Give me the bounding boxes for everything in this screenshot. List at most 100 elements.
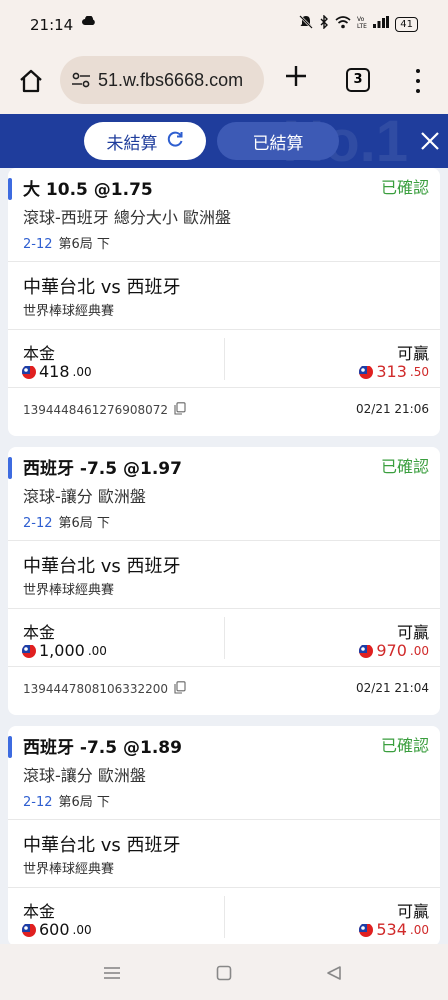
bet-inning: 2-12 第6局 下 [23, 233, 110, 252]
bet-inning-label: 第6局 下 [58, 237, 110, 252]
more-menu-icon[interactable] [408, 66, 428, 96]
twd-flag-icon [22, 644, 36, 658]
home-button[interactable] [14, 64, 48, 98]
accent-bar [8, 457, 12, 479]
accent-bar [8, 178, 12, 200]
bet-inning-label: 第6局 下 [58, 795, 110, 810]
wifi-icon [335, 15, 351, 33]
bet-score: 2-12 [23, 516, 53, 531]
payout-dec: .00 [409, 643, 429, 658]
twd-flag-icon [359, 644, 374, 658]
bet-status-badge: 已確認 [380, 178, 429, 197]
stake-label: 本金 [23, 623, 56, 642]
address-bar[interactable]: 51.w.fbs6668.com [60, 56, 264, 104]
bet-status-badge: 已確認 [380, 457, 429, 476]
stake-label: 本金 [23, 344, 56, 363]
payout-amount: 313.50 [359, 362, 429, 381]
battery-icon: 41 [395, 16, 418, 32]
ticket-id: 1394447808106332200 [23, 681, 186, 697]
twd-flag-icon [22, 365, 36, 379]
mute-bell-icon [299, 15, 314, 33]
stake-int: 418 [39, 362, 70, 381]
bet-inning: 2-12 第6局 下 [23, 512, 110, 531]
payout-int: 534 [376, 920, 407, 939]
league-name: 世界棒球經典賽 [23, 304, 115, 319]
bet-card: 西班牙 -7.5 @1.89 已確認 滾球-讓分 歐洲盤 2-12 第6局 下 中… [8, 726, 440, 944]
status-time: 21:14 [30, 16, 74, 34]
bet-inning-label: 第6局 下 [58, 516, 110, 531]
payout-label: 可贏 [396, 344, 429, 363]
league-name: 世界棒球經典賽 [23, 862, 115, 877]
tab-settled[interactable]: 已結算 [217, 122, 339, 160]
site-settings-icon[interactable] [70, 69, 92, 91]
browser-toolbar: 51.w.fbs6668.com 3 [0, 52, 448, 114]
tab-unsettled[interactable]: 未結算 [84, 122, 206, 160]
twd-flag-icon [22, 923, 36, 937]
bet-market: 滾球-讓分 歐洲盤 [23, 766, 146, 785]
match-title: 中華台北 vs 西班牙 [23, 556, 181, 577]
signal-icon [373, 16, 390, 32]
bet-score: 2-12 [23, 795, 53, 810]
stake-dec: .00 [72, 922, 92, 937]
bet-market: 滾球-讓分 歐洲盤 [23, 487, 146, 506]
svg-text:LTE: LTE [357, 23, 367, 29]
recent-apps-icon[interactable] [100, 962, 124, 984]
bet-score: 2-12 [23, 237, 53, 252]
refresh-icon[interactable] [166, 130, 184, 153]
ticket-id-text: 1394447808106332200 [23, 682, 169, 696]
bet-card: 大 10.5 @1.75 已確認 滾球-西班牙 總分大小 歐洲盤 2-12 第6局… [8, 168, 440, 436]
payout-label: 可贏 [396, 902, 429, 921]
copy-icon[interactable] [174, 402, 186, 418]
twd-flag-icon [359, 923, 374, 937]
stake-dec: .00 [72, 364, 92, 379]
stake-label: 本金 [23, 902, 56, 921]
bet-list[interactable]: 大 10.5 @1.75 已確認 滾球-西班牙 總分大小 歐洲盤 2-12 第6局… [0, 168, 448, 944]
payout-label: 可贏 [396, 623, 429, 642]
close-icon[interactable] [418, 129, 442, 153]
bet-time: 02/21 21:06 [356, 402, 429, 416]
status-bar: 21:14 Vo LTE 41 [0, 0, 448, 52]
match-title: 中華台北 vs 西班牙 [23, 277, 181, 298]
payout-int: 970 [376, 641, 407, 660]
stake-int: 600 [39, 920, 70, 939]
ticket-id-text: 1394448461276908072 [23, 403, 169, 417]
bet-inning: 2-12 第6局 下 [23, 791, 110, 810]
plus-icon [286, 66, 306, 86]
payout-int: 313 [376, 362, 407, 381]
svg-text:Vo: Vo [357, 16, 365, 23]
url-text: 51.w.fbs6668.com [98, 69, 244, 90]
payout-dec: .50 [409, 364, 429, 379]
new-tab-button[interactable] [282, 64, 310, 94]
payout-amount: 970.00 [359, 641, 429, 660]
status-icons: Vo LTE 41 [299, 14, 418, 33]
ticket-id: 1394448461276908072 [23, 402, 186, 418]
tab-switcher-button[interactable]: 3 [346, 68, 370, 92]
bet-card: 西班牙 -7.5 @1.97 已確認 滾球-讓分 歐洲盤 2-12 第6局 下 中… [8, 447, 440, 715]
payout-dec: .00 [409, 922, 429, 937]
payout-amount: 534.00 [359, 920, 429, 939]
cloud-icon [82, 14, 96, 30]
divider [224, 338, 225, 380]
bet-selection-title: 西班牙 -7.5 @1.97 [23, 459, 182, 479]
twd-flag-icon [359, 365, 374, 379]
divider [224, 896, 225, 938]
stake-amount: 600.00 [22, 920, 92, 939]
bluetooth-icon [319, 14, 329, 33]
volte-icon: Vo LTE [357, 15, 367, 33]
tab-unsettled-label: 未結算 [106, 133, 158, 154]
tab-settled-label: 已結算 [252, 133, 304, 154]
home-icon [20, 69, 42, 93]
bet-status-badge: 已確認 [380, 736, 429, 755]
divider [224, 617, 225, 659]
bet-selection-title: 大 10.5 @1.75 [23, 180, 153, 200]
stake-amount: 418.00 [22, 362, 92, 381]
match-title: 中華台北 vs 西班牙 [23, 835, 181, 856]
bet-selection-title: 西班牙 -7.5 @1.89 [23, 738, 182, 758]
back-nav-icon[interactable] [322, 962, 346, 984]
home-nav-icon[interactable] [212, 962, 236, 984]
stake-amount: 1,000.00 [22, 641, 107, 660]
accent-bar [8, 736, 12, 758]
stake-int: 1,000 [39, 641, 85, 660]
stake-dec: .00 [87, 643, 107, 658]
copy-icon[interactable] [174, 681, 186, 697]
